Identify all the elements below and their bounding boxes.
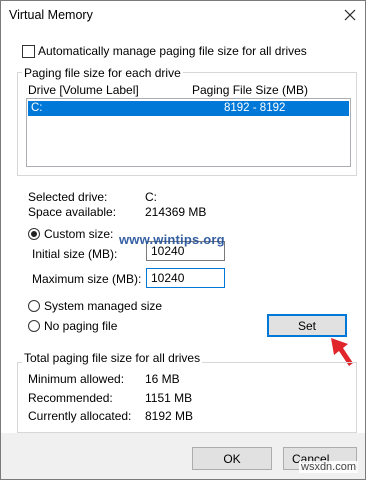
- currently-allocated-label: Currently allocated:: [28, 409, 132, 423]
- initial-size-label: Initial size (MB):: [32, 247, 118, 261]
- close-button[interactable]: [336, 3, 364, 27]
- drives-group-legend: Paging file size for each drive: [22, 66, 183, 80]
- system-managed-label: System managed size: [44, 299, 163, 313]
- space-available-label: Space available:: [28, 205, 117, 219]
- drives-listbox[interactable]: C: 8192 - 8192: [26, 98, 351, 167]
- watermark-text: www.wintips.org: [119, 232, 225, 247]
- custom-size-radio[interactable]: [28, 228, 40, 240]
- minimum-allowed-label: Minimum allowed:: [28, 372, 125, 386]
- window-title: Virtual Memory: [9, 8, 93, 22]
- recommended-label: Recommended:: [28, 391, 113, 405]
- column-header-drive: Drive [Volume Label]: [28, 83, 139, 97]
- no-paging-label: No paging file: [44, 319, 118, 333]
- currently-allocated-value: 8192 MB: [145, 409, 194, 423]
- totals-group-legend: Total paging file size for all drives: [22, 351, 203, 365]
- table-row[interactable]: C: 8192 - 8192: [28, 101, 349, 116]
- auto-manage-label: Automatically manage paging file size fo…: [38, 44, 307, 58]
- maximum-size-input[interactable]: 10240: [146, 268, 225, 288]
- auto-manage-checkbox[interactable]: [22, 45, 35, 58]
- system-managed-radio[interactable]: [28, 300, 40, 312]
- maximum-size-label: Maximum size (MB):: [32, 272, 142, 286]
- close-icon: [344, 9, 356, 21]
- corner-watermark: wsxdn.com: [299, 461, 359, 473]
- space-available-value: 214369 MB: [145, 205, 207, 219]
- no-paging-radio[interactable]: [28, 320, 40, 332]
- minimum-allowed-value: 16 MB: [145, 372, 180, 386]
- ok-button[interactable]: OK: [192, 447, 272, 470]
- virtual-memory-dialog: Virtual Memory Automatically manage pagi…: [0, 0, 366, 480]
- custom-size-label: Custom size:: [44, 227, 114, 241]
- column-header-size: Paging File Size (MB): [192, 83, 309, 97]
- selected-drive-label: Selected drive:: [28, 190, 108, 204]
- recommended-value: 1151 MB: [145, 391, 193, 405]
- size-cell: 8192 - 8192: [224, 102, 286, 114]
- drive-cell: C:: [31, 102, 43, 114]
- selected-drive-value: C:: [145, 190, 157, 204]
